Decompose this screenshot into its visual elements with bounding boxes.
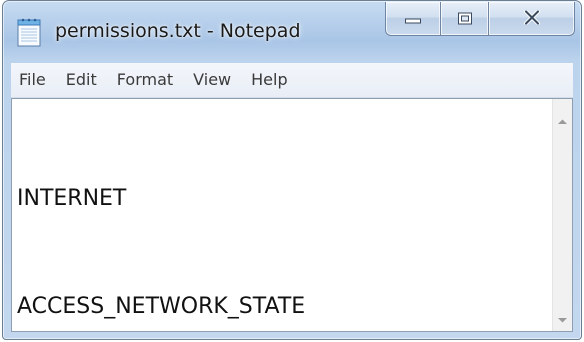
caption-buttons [385, 2, 575, 38]
menu-edit[interactable]: Edit [56, 63, 107, 97]
text-line: ACCESS_NETWORK_STATE [17, 294, 306, 319]
menu-format[interactable]: Format [107, 63, 183, 97]
menu-file[interactable]: File [11, 63, 56, 97]
menu-view[interactable]: View [183, 63, 241, 97]
menu-bar: File Edit Format View Help [11, 63, 573, 98]
maximize-button[interactable] [441, 2, 489, 36]
vertical-scrollbar[interactable] [552, 99, 572, 331]
title-bar[interactable]: permissions.txt - Notepad [3, 1, 581, 63]
minimize-button[interactable] [385, 2, 441, 36]
scroll-down-arrow-icon[interactable] [557, 309, 568, 323]
close-button[interactable] [489, 2, 575, 36]
menu-help[interactable]: Help [241, 63, 297, 97]
window-title: permissions.txt - Notepad [55, 20, 301, 42]
close-icon [523, 9, 540, 28]
text-line: INTERNET [17, 186, 127, 211]
scroll-up-arrow-icon[interactable] [557, 111, 568, 124]
notepad-window: permissions.txt - Notepad File Edit Form… [2, 0, 582, 340]
minimize-icon [405, 9, 421, 28]
maximize-icon [457, 9, 472, 28]
editor-text-area[interactable]: INTERNET ACCESS_NETWORK_STATE [17, 109, 548, 331]
text-editor[interactable]: INTERNET ACCESS_NETWORK_STATE [11, 98, 573, 332]
notepad-icon[interactable] [17, 17, 41, 47]
